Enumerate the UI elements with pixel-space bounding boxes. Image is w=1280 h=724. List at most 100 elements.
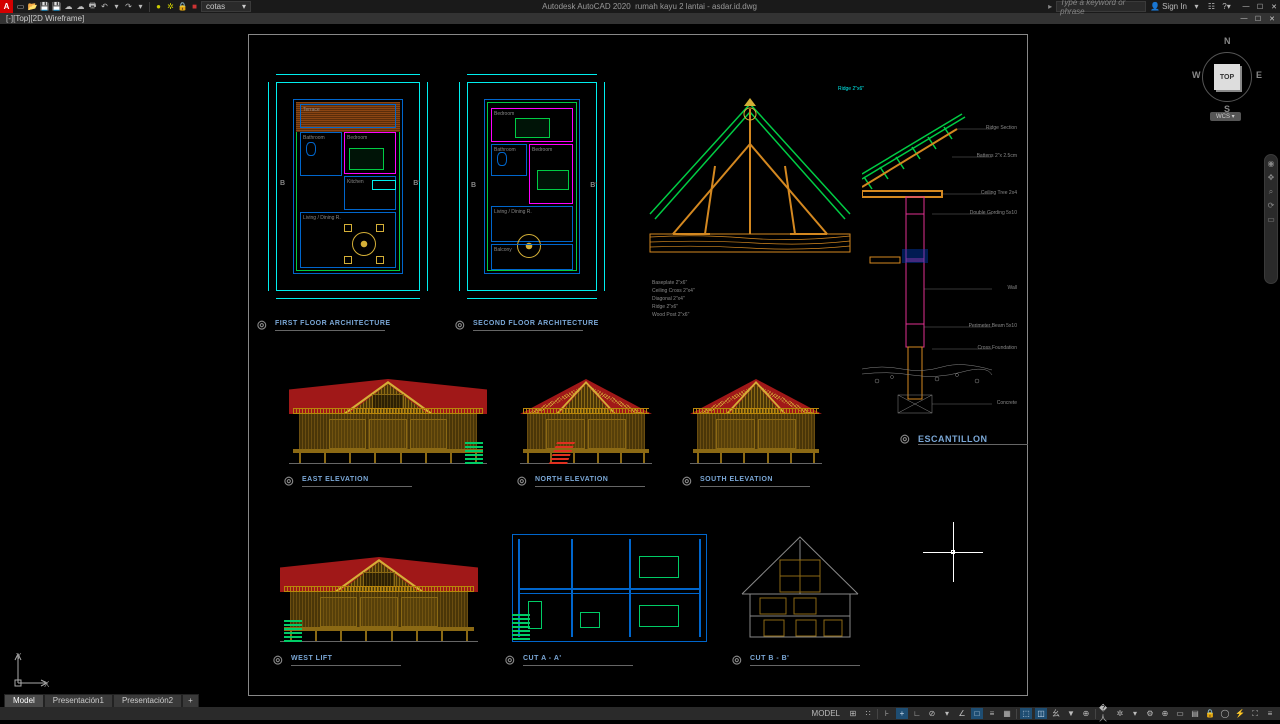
selection-filter-icon[interactable]: ▼: [1065, 708, 1077, 719]
west-elevation: [280, 532, 478, 642]
maximize-button[interactable]: ☐: [1254, 2, 1266, 12]
viewcube-n[interactable]: N: [1224, 36, 1231, 46]
title-cut-a: CUT A - A': [523, 655, 562, 662]
grid-toggle-icon[interactable]: ⊞: [847, 708, 859, 719]
infer-constraints-icon[interactable]: ⊦: [881, 708, 893, 719]
truss-dim-top: Ridge 2"x6": [838, 86, 864, 92]
search-input[interactable]: Type a keyword or phrase: [1056, 1, 1146, 12]
help-icon[interactable]: ?▾: [1221, 1, 1232, 12]
minimize-button[interactable]: —: [1240, 2, 1252, 12]
web-save-icon[interactable]: ☁: [75, 1, 86, 12]
truss-note-post: Wood Post 2"x6": [652, 312, 689, 318]
title-west: WEST LIFT: [291, 655, 332, 662]
annotation-scale-icon[interactable]: �人: [1099, 708, 1111, 719]
lineweight-icon[interactable]: ≡: [986, 708, 998, 719]
annotation-visibility-icon[interactable]: ✲: [1114, 708, 1126, 719]
dyn-ucs-icon[interactable]: ⼳: [1050, 708, 1062, 719]
detail-note-2: Battens 2"x 2.5cm: [977, 153, 1017, 159]
nav-showmotion-icon[interactable]: ▭: [1266, 215, 1276, 225]
search-trigger-icon[interactable]: ▸: [1048, 2, 1052, 11]
dynamic-input-icon[interactable]: +: [896, 708, 908, 719]
annotation-autoscale-icon[interactable]: ▾: [1129, 708, 1141, 719]
nav-wheel-icon[interactable]: ◉: [1266, 159, 1276, 169]
redo-dd-icon[interactable]: ▾: [135, 1, 146, 12]
tab-layout2[interactable]: Presentación2: [113, 694, 182, 707]
doc-minimize-button[interactable]: —: [1238, 14, 1250, 24]
save-icon[interactable]: 💾: [39, 1, 50, 12]
app-exchange-icon[interactable]: ▾: [1191, 1, 1202, 12]
user-icon: 👤: [1150, 2, 1160, 11]
section-mark-b2: B: [471, 182, 476, 189]
title-south: SOUTH ELEVATION: [700, 476, 773, 483]
layer-lock-icon[interactable]: 🔒: [177, 1, 188, 12]
snap-toggle-icon[interactable]: ∷: [862, 708, 874, 719]
redo-icon[interactable]: ↷: [123, 1, 134, 12]
saveas-icon[interactable]: 💾: [51, 1, 62, 12]
quick-properties-icon[interactable]: ▤: [1189, 708, 1201, 719]
workspace-switch-icon[interactable]: ⚙: [1144, 708, 1156, 719]
ortho-toggle-icon[interactable]: ∟: [911, 708, 923, 719]
web-open-icon[interactable]: ☁: [63, 1, 74, 12]
polar-toggle-icon[interactable]: ⊘: [926, 708, 938, 719]
navigation-bar[interactable]: ◉ ✥ ⌕ ⟳ ▭: [1264, 154, 1278, 284]
section-cut-a: [512, 534, 707, 642]
view-cube[interactable]: N S W E TOP WCS ▾: [1192, 34, 1262, 124]
first-floor-plan: Terrace Bedroom Kitchen Bathroom Living …: [293, 99, 403, 274]
undo-dd-icon[interactable]: ▾: [111, 1, 122, 12]
plot-icon[interactable]: 🖶: [87, 1, 98, 12]
layer-freeze-icon[interactable]: ✲: [165, 1, 176, 12]
social-icon[interactable]: ☷: [1206, 1, 1217, 12]
viewcube-e[interactable]: E: [1256, 70, 1262, 80]
nav-orbit-icon[interactable]: ⟳: [1266, 201, 1276, 211]
viewcube-face[interactable]: TOP: [1214, 64, 1240, 90]
wall-section-detail: Ridge Section Battens 2"x 2.5cm Ceiling …: [862, 99, 1012, 419]
section-mark-bp: B': [413, 180, 420, 187]
title-east: EAST ELEVATION: [302, 476, 369, 483]
doc-close-button[interactable]: ✕: [1266, 14, 1278, 24]
clean-screen-icon[interactable]: ⛶: [1249, 708, 1261, 719]
app-menu-icon[interactable]: A: [0, 0, 13, 13]
title-north: NORTH ELEVATION: [535, 476, 608, 483]
osnap-2d-icon[interactable]: □: [971, 708, 983, 719]
lock-ui-icon[interactable]: 🔒: [1204, 708, 1216, 719]
transparency-icon[interactable]: ▦: [1001, 708, 1013, 719]
title-second-floor: SECOND FLOOR ARCHITECTURE: [473, 320, 599, 327]
units-icon[interactable]: ▭: [1174, 708, 1186, 719]
viewport-controls[interactable]: [-][Top][2D Wireframe]: [0, 14, 90, 23]
truss-note-baseplate: Baseplate 2"x6": [652, 280, 687, 286]
tab-add-layout[interactable]: +: [182, 694, 199, 707]
tab-model[interactable]: Model: [4, 694, 44, 707]
3d-osnap-icon[interactable]: ◫: [1035, 708, 1047, 719]
layer-dropdown[interactable]: cotas▾: [201, 1, 251, 12]
customize-icon[interactable]: ≡: [1264, 708, 1276, 719]
close-button[interactable]: ✕: [1268, 2, 1280, 12]
section-mark-b: B: [280, 180, 285, 187]
nav-zoom-icon[interactable]: ⌕: [1266, 187, 1276, 197]
layout-tabs: Model Presentación1 Presentación2 +: [4, 694, 199, 707]
layer-color-icon[interactable]: ■: [189, 1, 200, 12]
hardware-accel-icon[interactable]: ⚡: [1234, 708, 1246, 719]
gizmo-icon[interactable]: ⊕: [1080, 708, 1092, 719]
quick-access-toolbar: ▭ 📂 💾 💾 ☁ ☁ 🖶 ↶ ▾ ↷ ▾ ● ✲ 🔒 ■ cotas▾: [15, 1, 251, 12]
viewcube-wcs-dropdown[interactable]: WCS ▾: [1210, 112, 1241, 121]
nav-pan-icon[interactable]: ✥: [1266, 173, 1276, 183]
north-elevation: [520, 354, 652, 464]
layer-off-icon[interactable]: ●: [153, 1, 164, 12]
ucs-icon[interactable]: Y X: [14, 651, 50, 689]
isolate-objects-icon[interactable]: ◯: [1219, 708, 1231, 719]
undo-icon[interactable]: ↶: [99, 1, 110, 12]
new-icon[interactable]: ▭: [15, 1, 26, 12]
detail-note-6: Perimeter Beam 5x10: [969, 323, 1017, 329]
status-space-label[interactable]: MODEL: [812, 709, 840, 718]
sign-in-button[interactable]: 👤 Sign In: [1150, 2, 1187, 11]
detail-note-7: Cross Foundation: [978, 345, 1017, 351]
doc-maximize-button[interactable]: ☐: [1252, 14, 1264, 24]
open-icon[interactable]: 📂: [27, 1, 38, 12]
viewcube-w[interactable]: W: [1192, 70, 1201, 80]
annotation-monitor-icon[interactable]: ⊕: [1159, 708, 1171, 719]
isodraft-icon[interactable]: ▾: [941, 708, 953, 719]
selection-cycling-icon[interactable]: ⬚: [1020, 708, 1032, 719]
tab-layout1[interactable]: Presentación1: [44, 694, 113, 707]
drawing-area[interactable]: Terrace Bedroom Kitchen Bathroom Living …: [0, 24, 1280, 707]
osnap-tracking-icon[interactable]: ∠: [956, 708, 968, 719]
